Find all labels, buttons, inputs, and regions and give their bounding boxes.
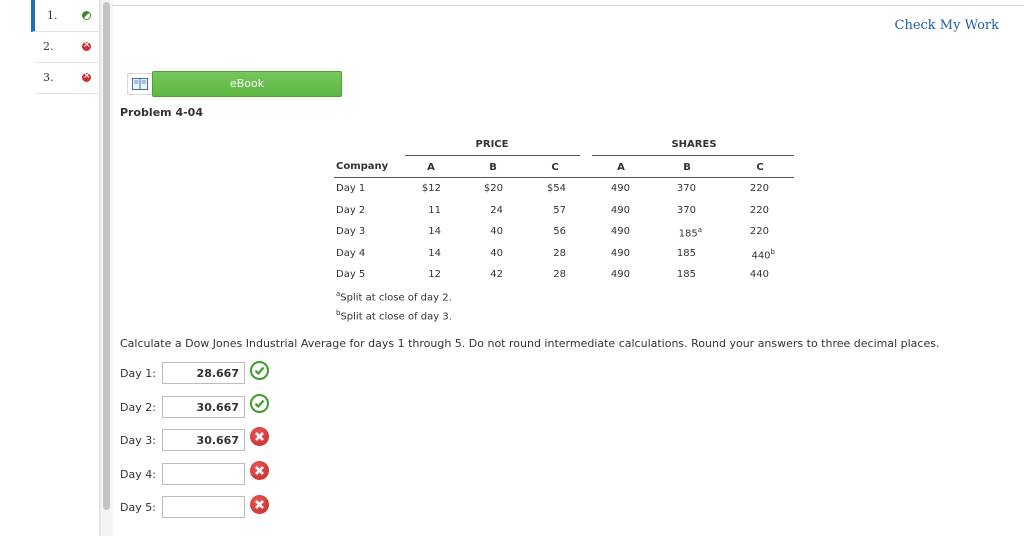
price-column-c: C [551, 162, 559, 173]
price-header-rule [405, 155, 580, 156]
table-cell-price-b: $20 [483, 183, 503, 194]
incorrect-x-icon [250, 495, 269, 514]
check-my-work-link[interactable]: Check My Work [895, 18, 1000, 33]
table-cell-shares-c: 440b [751, 248, 775, 261]
footnote-text: Split at close of day 3. [340, 311, 452, 323]
price-group-header: PRICE [475, 139, 509, 150]
problem-title: Problem 4-04 [120, 106, 203, 119]
table-cell-shares-b: 370 [676, 205, 696, 216]
shares-column-c: C [756, 162, 764, 173]
shares-column-a: A [617, 162, 625, 173]
table-cell-shares-c: 220 [749, 205, 769, 216]
table-cell-price-a: 12 [428, 269, 441, 280]
correct-check-icon [250, 394, 269, 413]
footnote-marker: b [770, 248, 775, 256]
correct-check-icon [250, 361, 269, 380]
partial-credit-icon [82, 11, 91, 20]
answer-label-day-5: Day 5: [120, 501, 156, 514]
table-cell-shares-a: 490 [610, 269, 630, 280]
answer-input-day-4[interactable] [162, 463, 245, 485]
table-cell-shares-a: 490 [610, 248, 630, 259]
table-cell-price-a: $12 [421, 183, 441, 194]
book-icon[interactable] [127, 73, 153, 95]
shares-column-b: B [683, 162, 691, 173]
divider [112, 5, 1024, 6]
table-cell-shares-a: 490 [610, 205, 630, 216]
company-column-header: Company [336, 161, 389, 172]
table-cell-company: Day 2 [336, 205, 366, 216]
table-cell-price-c: 56 [553, 226, 566, 237]
question-number: 2. [43, 40, 54, 53]
answer-input-day-5[interactable] [162, 496, 245, 518]
shares-header-rule [592, 155, 794, 156]
answer-label-day-3: Day 3: [120, 434, 156, 447]
instructions: Calculate a Dow Jones Industrial Average… [120, 337, 940, 350]
table-cell-company: Day 3 [336, 226, 366, 237]
table-cell-price-a: 14 [428, 248, 441, 259]
table-cell-shares-b: 185a [679, 226, 702, 239]
table-cell-price-c: 28 [553, 248, 566, 259]
question-nav: 1. 2. 3. [31, 0, 100, 536]
table-cell-price-c: 57 [553, 205, 566, 216]
price-column-b: B [489, 162, 497, 173]
answer-input-day-1[interactable] [162, 362, 245, 384]
scrollbar[interactable] [100, 0, 113, 536]
table-cell-shares-c: 220 [749, 226, 769, 237]
answer-input-day-3[interactable] [162, 429, 245, 451]
footnote-b: bSplit at close of day 3. [336, 309, 452, 322]
footnote-a: aSplit at close of day 2. [336, 290, 452, 303]
table-cell-price-b: 40 [490, 226, 503, 237]
shares-value: 185 [678, 228, 698, 240]
question-nav-item-2[interactable]: 2. [35, 31, 99, 63]
table-cell-price-b: 40 [490, 248, 503, 259]
table-cell-price-b: 24 [490, 205, 503, 216]
question-nav-item-1[interactable]: 1. [31, 0, 99, 32]
table-cell-company: Day 1 [336, 183, 366, 194]
column-header-rule [334, 177, 794, 178]
answer-label-day-2: Day 2: [120, 401, 156, 414]
incorrect-x-icon [250, 427, 269, 446]
table-cell-company: Day 4 [336, 248, 366, 259]
table-cell-shares-b: 185 [676, 248, 696, 259]
answer-label-day-1: Day 1: [120, 367, 156, 380]
answer-label-day-4: Day 4: [120, 468, 156, 481]
table-cell-shares-c: 220 [749, 183, 769, 194]
table-cell-price-b: 42 [490, 269, 503, 280]
table-cell-price-a: 11 [428, 205, 441, 216]
table-cell-company: Day 5 [336, 269, 366, 280]
table-cell-price-a: 14 [428, 226, 441, 237]
footnote-marker: a [697, 226, 702, 234]
price-column-a: A [427, 162, 435, 173]
table-cell-shares-c: 440 [749, 269, 769, 280]
table-cell-shares-b: 185 [676, 269, 696, 280]
incorrect-icon [82, 41, 91, 51]
table-cell-price-c: 28 [553, 269, 566, 280]
incorrect-x-icon [250, 461, 269, 480]
question-nav-item-3[interactable]: 3. [35, 62, 99, 94]
shares-value: 440 [751, 250, 771, 262]
incorrect-icon [82, 72, 91, 82]
question-number: 1. [47, 9, 58, 22]
scrollbar-thumb[interactable] [103, 2, 110, 510]
shares-group-header: SHARES [671, 139, 717, 150]
answer-input-day-2[interactable] [162, 396, 245, 418]
table-cell-shares-a: 490 [610, 183, 630, 194]
question-number: 3. [43, 71, 54, 84]
table-cell-shares-b: 370 [676, 183, 696, 194]
ebook-button[interactable]: eBook [152, 71, 342, 97]
footnote-text: Split at close of day 2. [340, 292, 452, 304]
table-cell-shares-a: 490 [610, 226, 630, 237]
table-cell-price-c: $54 [546, 183, 566, 194]
